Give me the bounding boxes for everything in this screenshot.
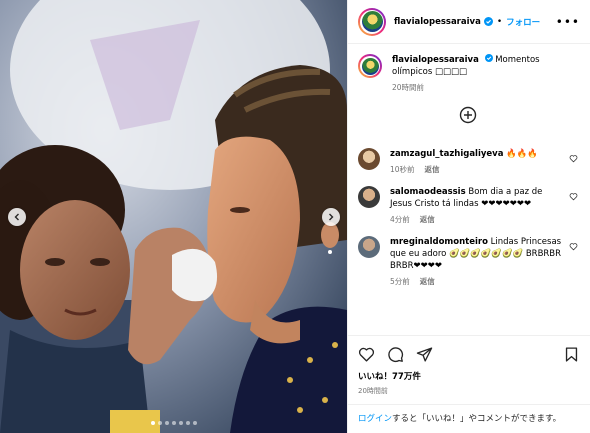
comment-icon[interactable] [387, 346, 404, 363]
comment-time: 4分前 [390, 215, 410, 224]
comment-item: mreginaldomonteiro Lindas Princesas que … [358, 236, 578, 288]
verified-badge-icon [484, 54, 493, 62]
carousel-dots [0, 421, 347, 425]
comment-time: 10秒前 [390, 165, 415, 174]
post-header: flavialopessaraiva • フォロー ••• [348, 0, 590, 44]
photo-illustration [0, 0, 347, 433]
comment-username[interactable]: mreginaldomonteiro [390, 237, 488, 247]
comment-username[interactable]: zamzagul_tazhigaliyeva [390, 149, 503, 159]
carousel-next-button[interactable] [322, 208, 340, 226]
author-username[interactable]: flavialopessaraiva [394, 17, 481, 27]
carousel-dot [192, 421, 197, 425]
chevron-right-icon [329, 213, 334, 221]
reply-button[interactable]: 返信 [420, 276, 435, 288]
caption-avatar[interactable] [358, 54, 382, 78]
reply-button[interactable]: 返信 [425, 164, 440, 176]
heart-icon[interactable] [358, 346, 375, 363]
post-actions: いいね！77万件 20時間前 [348, 335, 590, 396]
comment-username[interactable]: salomaodeassis [390, 187, 466, 197]
post-time: 20時間前 [358, 387, 388, 395]
login-prompt: ログインすると「いいね！」やコメントができます。 [348, 404, 590, 433]
login-link[interactable]: ログイン [358, 414, 392, 424]
verified-badge-icon [483, 17, 493, 26]
load-more-comments-icon [459, 106, 477, 124]
post-side-panel: flavialopessaraiva • フォロー ••• flavialope… [347, 0, 590, 433]
caption-emoji: □□□□ [434, 67, 468, 77]
author-avatar-image [361, 11, 383, 32]
comment-time: 5分前 [390, 277, 410, 286]
comment-item: salomaodeassis Bom dia a paz de Jesus Cr… [358, 186, 578, 226]
comment-like-icon[interactable] [569, 192, 578, 201]
author-avatar[interactable] [358, 7, 386, 36]
carousel-dot [185, 421, 190, 425]
share-icon[interactable] [416, 346, 433, 363]
comment-text: 🔥🔥🔥 [506, 149, 538, 159]
commenter-avatar[interactable] [358, 236, 380, 258]
carousel-dot [157, 421, 162, 425]
commenter-avatar[interactable] [358, 186, 380, 208]
chevron-left-icon [14, 213, 19, 221]
reply-button[interactable]: 返信 [420, 214, 435, 226]
caption-username[interactable]: flavialopessaraiva [392, 55, 479, 65]
carousel-prev-button[interactable] [8, 208, 26, 226]
comments-section: flavialopessaraiva Momentos olímpicos □□… [348, 44, 590, 335]
comment-like-icon[interactable] [569, 154, 578, 163]
more-options-icon[interactable]: ••• [556, 16, 580, 28]
load-more-comments-button[interactable] [358, 106, 578, 124]
carousel-dot [178, 421, 183, 425]
post-photo[interactable] [0, 0, 347, 433]
caption-time: 20時間前 [392, 83, 425, 92]
login-prompt-text: すると「いいね！」やコメントができます。 [392, 414, 562, 424]
header-separator: • [496, 16, 503, 27]
save-icon[interactable] [563, 346, 580, 363]
commenter-avatar[interactable] [358, 148, 380, 170]
follow-button[interactable]: フォロー [506, 16, 540, 28]
carousel-dot [150, 421, 155, 425]
comment-item: zamzagul_tazhigaliyeva 🔥🔥🔥 10秒前 返信 [358, 148, 578, 176]
likes-count[interactable]: いいね！77万件 [358, 370, 580, 382]
instagram-post-view: flavialopessaraiva • フォロー ••• flavialope… [0, 0, 590, 433]
carousel-dot [164, 421, 169, 425]
comment-like-icon[interactable] [569, 242, 578, 251]
carousel-dot [171, 421, 176, 425]
post-caption: flavialopessaraiva Momentos olímpicos □□… [358, 54, 578, 94]
